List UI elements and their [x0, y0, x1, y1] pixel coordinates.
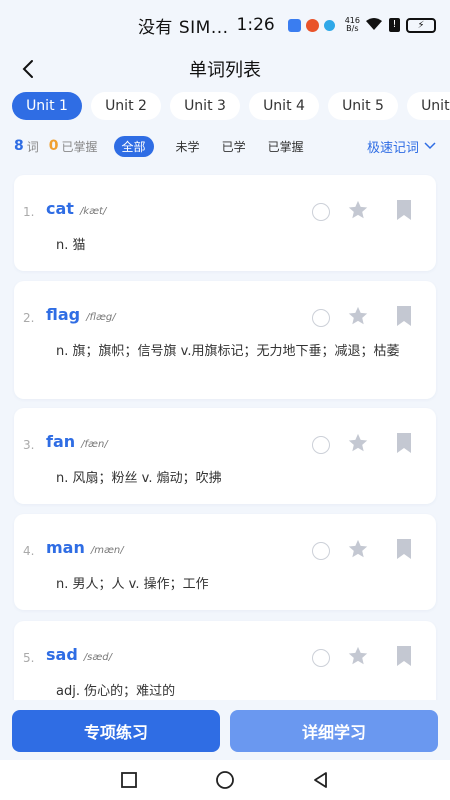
star-icon[interactable] [347, 305, 369, 327]
filter-mastered[interactable]: 已掌握 [268, 138, 304, 155]
page-title: 单词列表 [189, 60, 261, 81]
word-text: fan/fæn/ [46, 432, 108, 451]
word-spelling: man [46, 538, 85, 557]
square-icon [121, 772, 137, 788]
bookmark-icon[interactable] [395, 645, 413, 667]
circle-icon [216, 771, 234, 789]
word-index: 3. [23, 438, 35, 452]
word-card[interactable]: 4. man/mæn/ n. 男人；人 v. 操作；工作 [14, 514, 436, 610]
word-text: man/mæn/ [46, 538, 124, 557]
word-spelling: fan [46, 432, 76, 451]
star-icon[interactable] [347, 199, 369, 221]
battery-icon: ⚡ [406, 17, 436, 33]
app-header: 单词列表 [0, 50, 450, 88]
triangle-left-icon [314, 772, 327, 788]
recents-button[interactable] [81, 760, 177, 800]
status-bar: 没有 SIM... 1:26 416 B/s ! ⚡ [0, 0, 450, 50]
word-spelling: sad [46, 645, 78, 664]
bookmark-icon[interactable] [395, 538, 413, 560]
word-phonetic: /flæg/ [86, 312, 116, 323]
tab-unit-5[interactable]: Unit 5 [328, 92, 398, 120]
star-icon[interactable] [347, 432, 369, 454]
word-phonetic: /mæn/ [90, 545, 124, 556]
star-icon[interactable] [347, 538, 369, 560]
speed-memo-dropdown[interactable]: 极速记词 [367, 137, 436, 156]
word-spelling: flag [46, 305, 81, 324]
word-text: flag/flæg/ [46, 305, 116, 324]
word-index: 1. [23, 205, 35, 219]
mastered-count: 0 [48, 138, 59, 154]
word-text: sad/sæd/ [46, 645, 112, 664]
word-phonetic: /kæt/ [79, 206, 107, 217]
tab-unit-4[interactable]: Unit 4 [249, 92, 319, 120]
word-phonetic: /sæd/ [83, 652, 113, 663]
mastered-toggle[interactable] [312, 436, 330, 454]
word-phonetic: /fæn/ [81, 439, 108, 450]
word-count: 8 [14, 138, 24, 154]
word-index: 4. [23, 544, 35, 558]
word-card[interactable]: 2. flag/flæg/ n. 旗；旗帜；信号旗 v.用旗标记；无力地下垂；减… [14, 281, 436, 399]
mastered-toggle[interactable] [312, 542, 330, 560]
word-meaning: n. 猫 [56, 238, 86, 253]
study-button[interactable]: 详细学习 [230, 710, 438, 752]
wifi-icon [365, 17, 383, 34]
tab-unit-1[interactable]: Unit 1 [12, 92, 82, 120]
network-speed: 416 B/s [345, 17, 360, 33]
back-nav-button[interactable] [273, 760, 369, 800]
word-card[interactable]: 1. cat/kæt/ n. 猫 [14, 175, 436, 271]
carrier-text: 没有 SIM... [137, 17, 229, 38]
word-spelling: cat [46, 199, 74, 218]
word-meaning: n. 旗；旗帜；信号旗 v.用旗标记；无力地下垂；减退；枯萎 [56, 344, 400, 359]
filter-all[interactable]: 全部 [113, 135, 154, 157]
word-meaning: n. 风扇；粉丝 v. 煽动；吹拂 [56, 471, 222, 486]
word-meaning: n. 男人；人 v. 操作；工作 [56, 577, 209, 592]
word-index: 2. [23, 311, 35, 325]
tab-unit-3[interactable]: Unit 3 [170, 92, 240, 120]
app-notification-icon [287, 18, 301, 32]
filter-unlearned[interactable]: 未学 [176, 138, 200, 155]
word-index: 5. [23, 651, 35, 665]
home-button[interactable] [177, 760, 273, 800]
tab-unit-6[interactable]: Unit 6 [407, 92, 450, 120]
word-card[interactable]: 3. fan/fæn/ n. 风扇；粉丝 v. 煽动；吹拂 [14, 408, 436, 504]
practice-button[interactable]: 专项练习 [12, 710, 220, 752]
clock: 1:26 [236, 15, 275, 35]
mastered-toggle[interactable] [312, 309, 330, 327]
filter-bar: 8 词 0 已掌握 全部 未学 已学 已掌握 极速记词 [14, 134, 436, 158]
alert-icon: ! [389, 18, 400, 32]
mastered-toggle[interactable] [312, 203, 330, 221]
bird-notification-icon [323, 19, 335, 31]
speed-memo-label: 极速记词 [366, 140, 419, 156]
weibo-notification-icon [305, 18, 319, 32]
bookmark-icon[interactable] [395, 305, 413, 327]
word-count-label: 词 [26, 139, 39, 154]
bookmark-icon[interactable] [395, 432, 413, 454]
chevron-down-icon [424, 142, 436, 150]
back-button[interactable] [12, 53, 44, 85]
bottom-action-bar: 专项练习 详细学习 [0, 700, 450, 760]
unit-tabs: Unit 1 Unit 2 Unit 3 Unit 4 Unit 5 Unit … [12, 92, 450, 122]
star-icon[interactable] [347, 645, 369, 667]
network-speed-unit: B/s [346, 24, 359, 33]
filter-learned[interactable]: 已学 [222, 138, 246, 155]
chevron-left-icon [22, 60, 33, 78]
mastered-toggle[interactable] [312, 649, 330, 667]
system-nav-bar [0, 760, 450, 800]
tab-unit-2[interactable]: Unit 2 [91, 92, 161, 120]
word-text: cat/kæt/ [46, 199, 106, 218]
bookmark-icon[interactable] [395, 199, 413, 221]
mastered-count-label: 已掌握 [61, 139, 98, 154]
